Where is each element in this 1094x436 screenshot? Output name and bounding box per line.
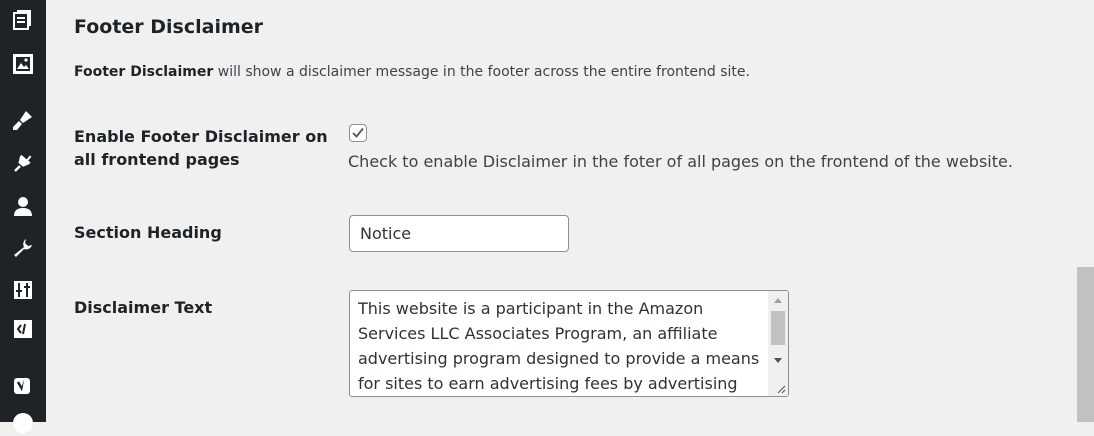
users-icon[interactable] <box>10 193 36 219</box>
section-heading-label: Section Heading <box>74 223 222 242</box>
settings-icon[interactable] <box>10 277 36 303</box>
tools-icon[interactable] <box>10 235 36 261</box>
disclaimer-text-label: Disclaimer Text <box>74 298 213 317</box>
scroll-thumb[interactable] <box>771 311 785 345</box>
resize-grip-icon[interactable] <box>776 384 786 394</box>
appearance-icon[interactable] <box>10 107 36 133</box>
disclaimer-text-value[interactable]: This website is a participant in the Ama… <box>358 296 768 396</box>
enable-disclaimer-checkbox[interactable] <box>349 124 367 142</box>
section-heading-input[interactable] <box>349 215 569 252</box>
plugins-icon[interactable] <box>10 149 36 175</box>
scroll-up-icon[interactable] <box>773 296 783 304</box>
admin-sidebar <box>0 0 46 433</box>
page-scrollbar[interactable] <box>1077 267 1094 422</box>
settings-content: Footer Disclaimer Footer Disclaimer will… <box>74 0 1094 422</box>
scroll-down-icon[interactable] <box>773 357 783 365</box>
pages-icon[interactable] <box>10 7 36 33</box>
section-description: Footer Disclaimer will show a disclaimer… <box>74 64 750 80</box>
section-title: Footer Disclaimer <box>74 16 264 38</box>
section-description-text: will show a disclaimer message in the fo… <box>213 64 750 80</box>
enable-disclaimer-help: Check to enable Disclaimer in the foter … <box>348 152 1013 171</box>
code-icon[interactable] <box>10 316 36 342</box>
profile-icon[interactable] <box>10 410 36 436</box>
media-icon[interactable] <box>10 51 36 77</box>
enable-disclaimer-label: Enable Footer Disclaimer on all frontend… <box>74 127 328 169</box>
disclaimer-textarea[interactable]: This website is a participant in the Ama… <box>349 290 789 397</box>
checkmark-icon <box>352 127 364 138</box>
yoast-icon[interactable] <box>10 372 36 398</box>
section-description-strong: Footer Disclaimer <box>74 64 214 80</box>
textarea-scrollbar[interactable] <box>768 291 788 396</box>
